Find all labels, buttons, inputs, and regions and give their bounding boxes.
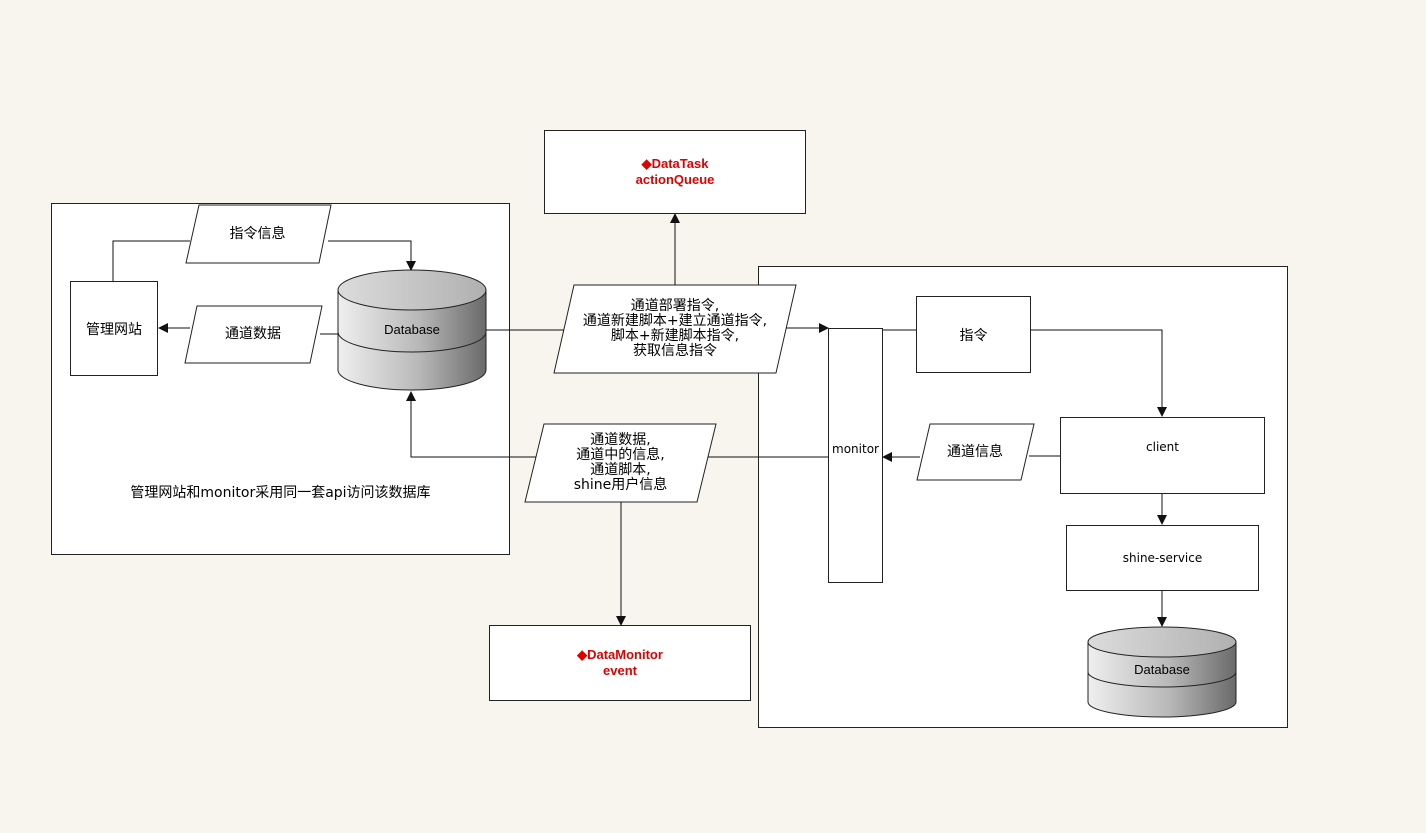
lower-data-label: 通道数据, 通道中的信息, 通道脚本, shine用户信息 — [573, 432, 668, 493]
left-group-note: 管理网站和monitor采用同一套api访问该数据库 — [130, 485, 431, 501]
upper-commands-label: 通道部署指令, 通道新建脚本+建立通道指令, 脚本+新建脚本指令, 获取信息指令 — [582, 298, 768, 359]
cmd-info-label: 指令信息 — [229, 225, 286, 242]
channel-data-label: 通道数据 — [225, 326, 281, 342]
right-database-label: Database — [1134, 662, 1190, 677]
channel-info-label: 通道信息 — [947, 443, 1003, 460]
diagram-connectors — [112, 204, 1237, 718]
left-database-label: Database — [384, 322, 440, 337]
